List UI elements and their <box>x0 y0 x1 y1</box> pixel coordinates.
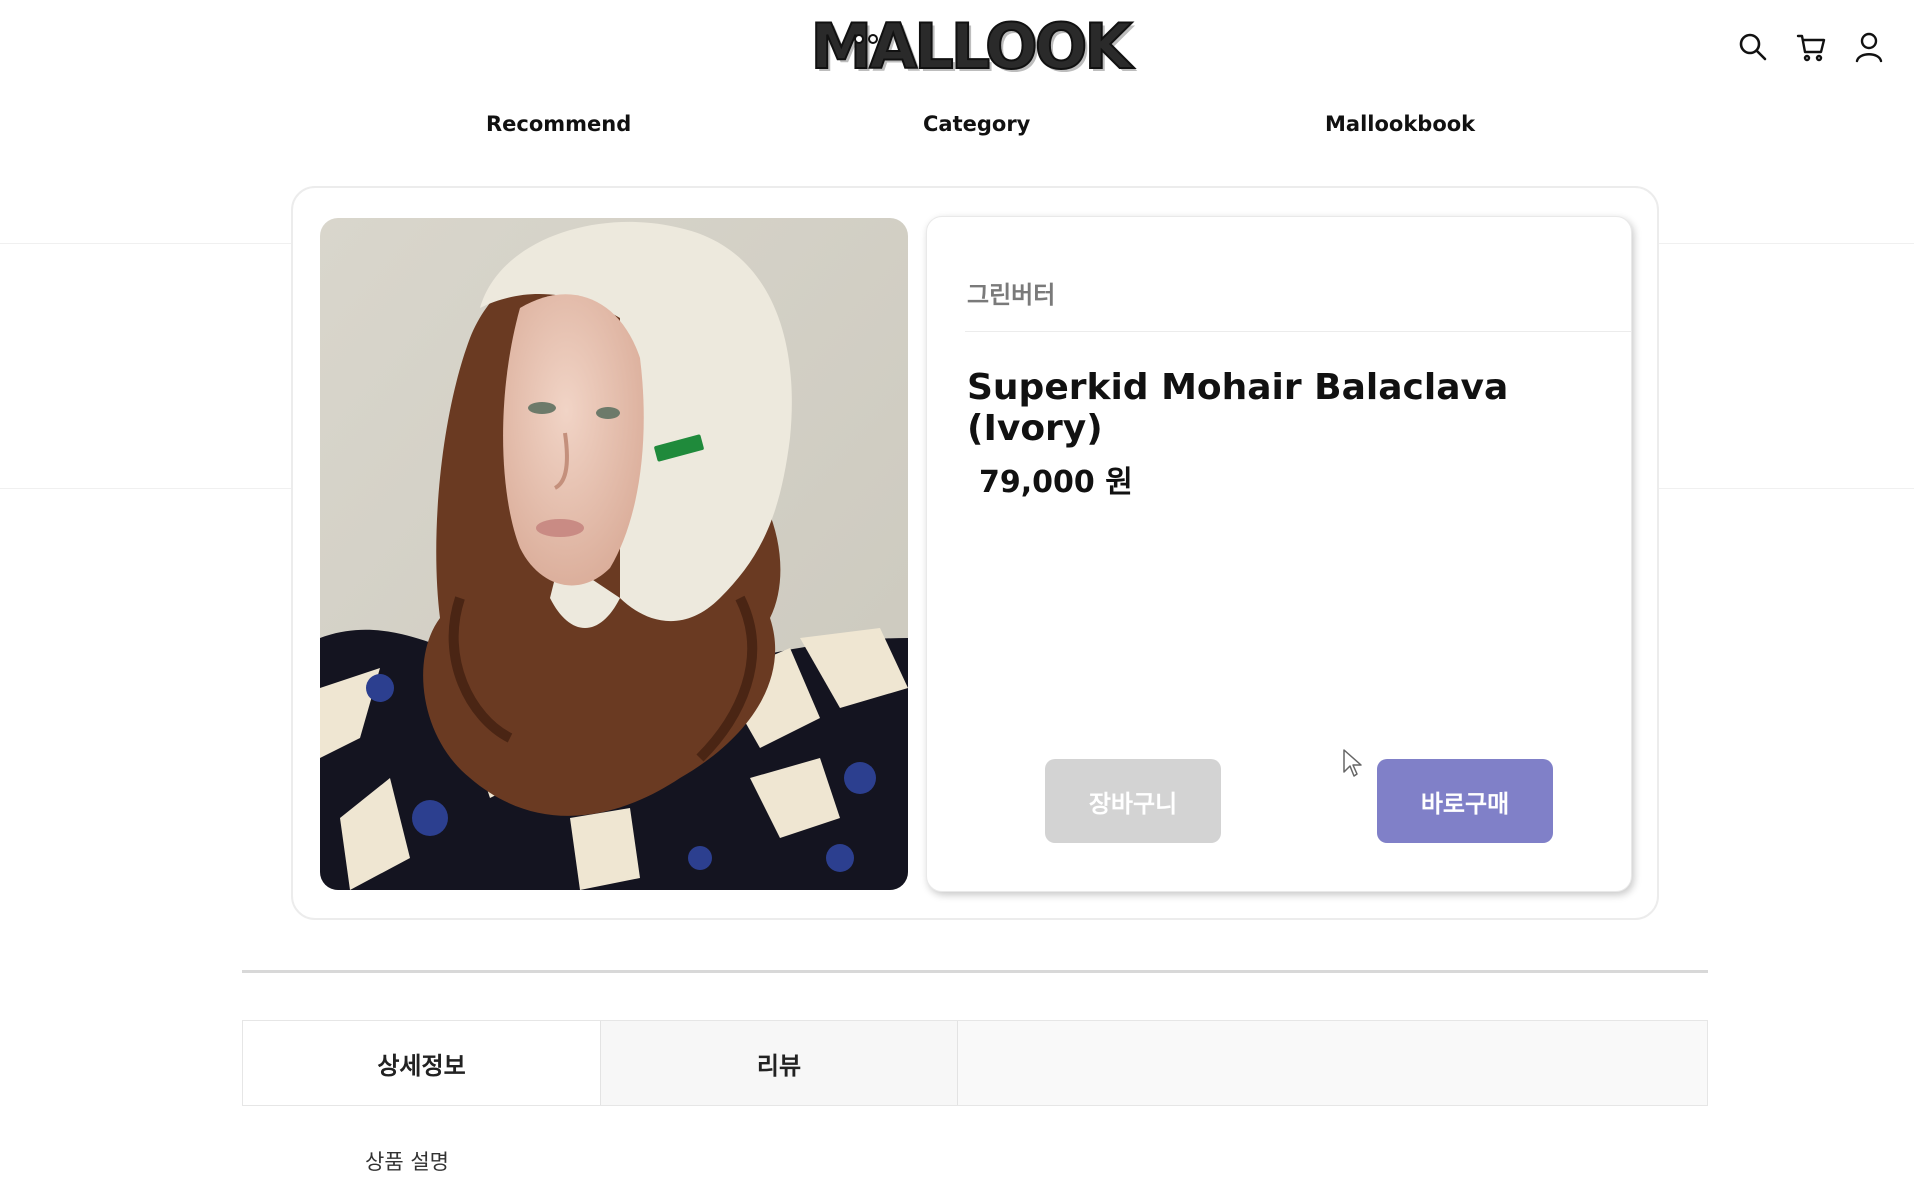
info-divider <box>965 331 1631 332</box>
tab-detail-info[interactable]: 상세정보 <box>243 1021 601 1105</box>
nav-mallookbook[interactable]: Mallookbook <box>1325 112 1475 136</box>
tab-review[interactable]: 리뷰 <box>601 1021 958 1105</box>
product-title: Superkid Mohair Balaclava (Ivory) <box>967 367 1509 449</box>
product-price: 79,000 원 <box>979 465 1133 500</box>
main-nav: Recommend Category Mallookbook <box>0 112 1914 144</box>
search-icon[interactable] <box>1736 30 1770 64</box>
logo-eyes <box>854 34 878 44</box>
brand-name[interactable]: 그린버터 <box>967 275 1055 310</box>
user-icon[interactable] <box>1852 30 1886 64</box>
tab-bar-filler <box>958 1021 1707 1105</box>
nav-recommend[interactable]: Recommend <box>486 112 631 136</box>
logo-text: MALLOOK <box>810 9 1134 84</box>
buy-now-button[interactable]: 바로구매 <box>1377 759 1553 843</box>
add-to-cart-button[interactable]: 장바구니 <box>1045 759 1221 843</box>
mouse-cursor-icon <box>1343 749 1362 777</box>
mallook-logo[interactable]: MALLOOK <box>810 8 1134 84</box>
product-image[interactable] <box>320 218 908 890</box>
section-divider <box>242 970 1708 973</box>
nav-category[interactable]: Category <box>923 112 1030 136</box>
product-description-label: 상품 설명 <box>365 1150 449 1174</box>
header-icons <box>1736 30 1886 64</box>
product-info-panel: 그린버터 Superkid Mohair Balaclava (Ivory) 7… <box>926 216 1632 892</box>
product-tabs: 상세정보 리뷰 <box>242 1020 1708 1106</box>
cart-icon[interactable] <box>1794 30 1828 64</box>
